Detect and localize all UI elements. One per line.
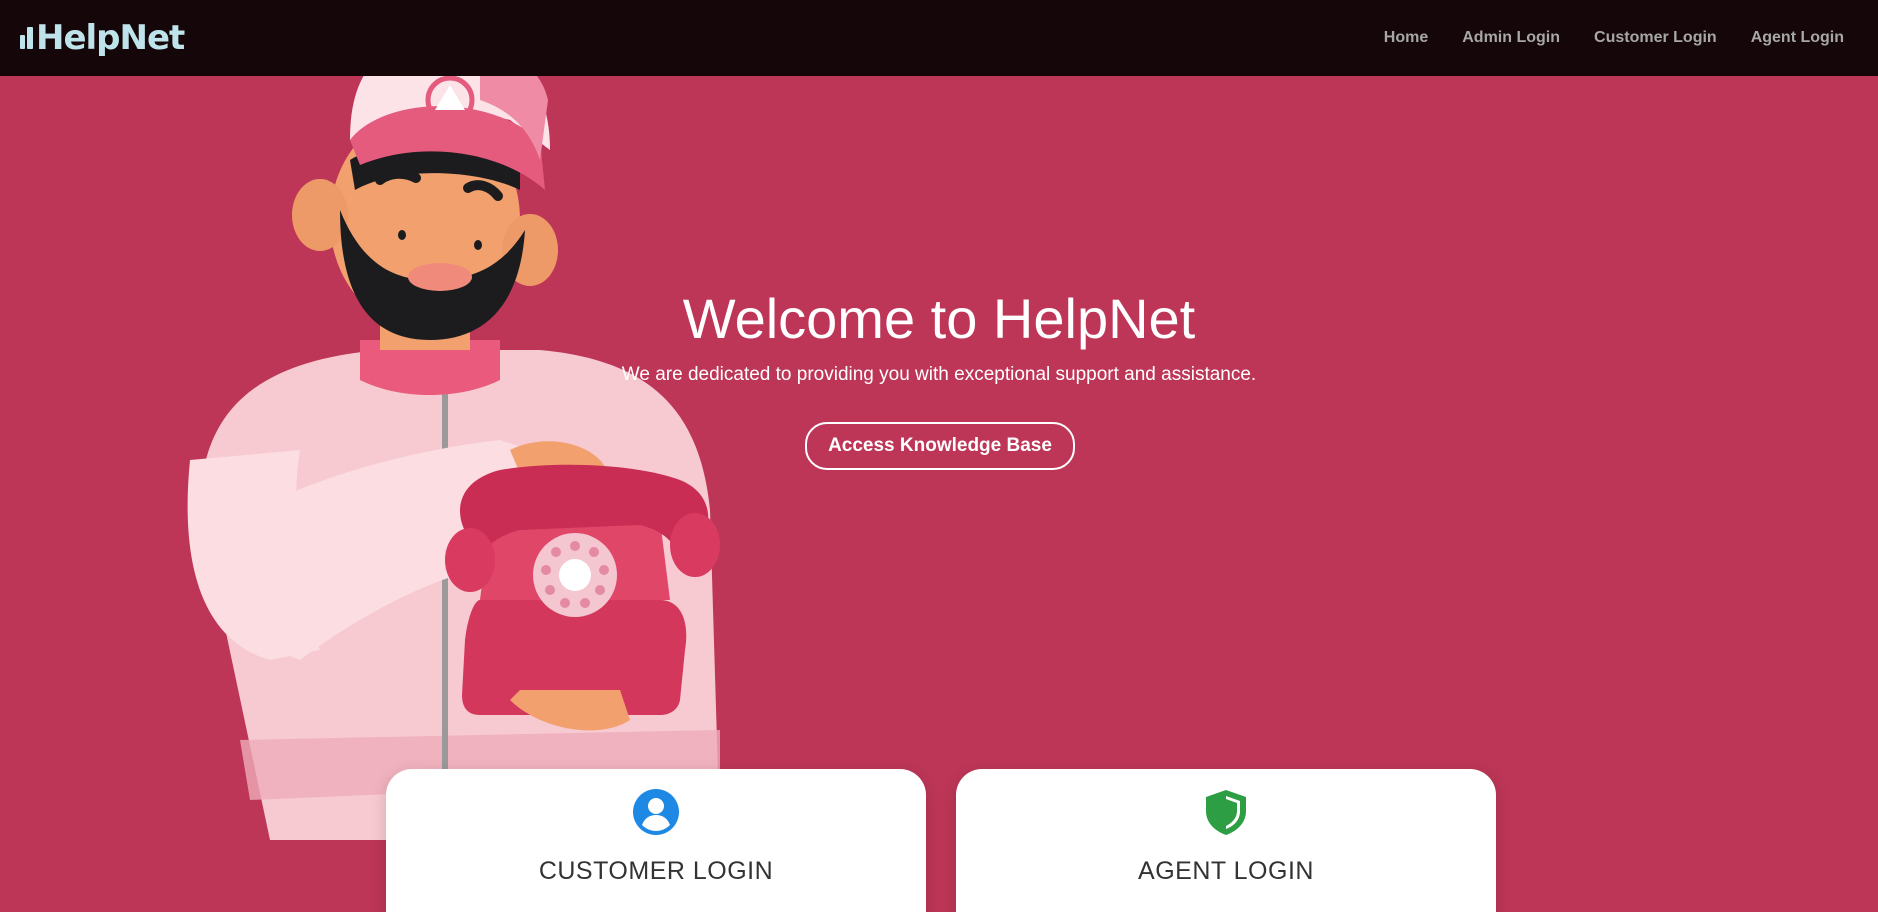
- nav-links: Home Admin Login Customer Login Agent Lo…: [1384, 0, 1844, 76]
- hero-subtitle: We are dedicated to providing you with e…: [621, 364, 1257, 385]
- agent-login-card[interactable]: AGENT LOGIN: [956, 769, 1496, 912]
- shield-icon: [1206, 790, 1246, 835]
- access-knowledge-base-button[interactable]: Access Knowledge Base: [805, 422, 1075, 470]
- hero-title: Welcome to HelpNet: [682, 287, 1196, 350]
- nav-home-link[interactable]: Home: [1384, 29, 1428, 47]
- nav-admin-login-link[interactable]: Admin Login: [1462, 29, 1560, 47]
- nav-agent-login-link[interactable]: Agent Login: [1751, 29, 1844, 47]
- customer-login-card[interactable]: CUSTOMER LOGIN: [386, 769, 926, 912]
- agent-login-title: AGENT LOGIN: [1138, 857, 1314, 885]
- support-person-illustration: [187, 40, 720, 840]
- helpnet-logo[interactable]: HelpNet: [20, 18, 185, 58]
- nav-customer-login-link[interactable]: Customer Login: [1594, 29, 1717, 47]
- bar-chart-logo-icon: [20, 25, 34, 51]
- user-circle-icon: [633, 789, 679, 835]
- logo-text: HelpNet: [36, 18, 185, 58]
- navbar: HelpNet Home Admin Login Customer Login …: [0, 0, 1878, 76]
- customer-login-title: CUSTOMER LOGIN: [538, 857, 774, 885]
